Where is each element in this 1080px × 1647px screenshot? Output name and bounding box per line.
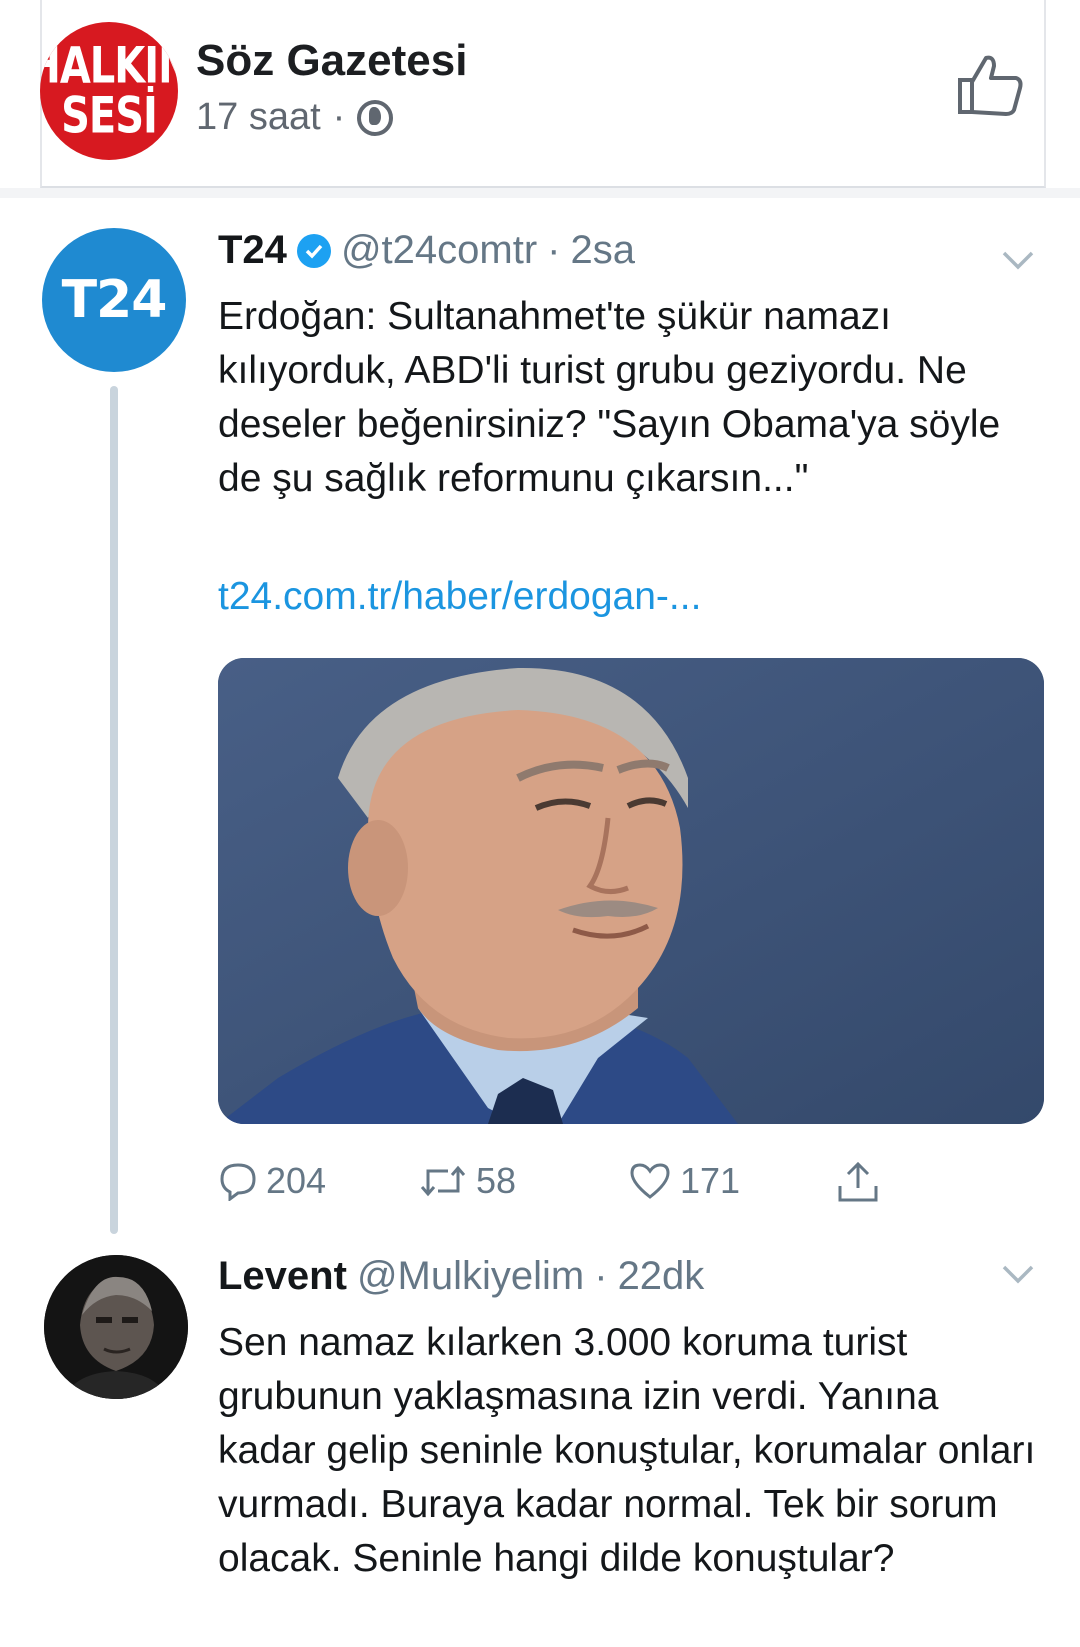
like-action[interactable]: 171 <box>628 1160 740 1202</box>
tweet-time[interactable]: 2sa <box>570 228 635 273</box>
share-action[interactable] <box>836 1160 880 1204</box>
retweet-count: 58 <box>476 1160 517 1201</box>
reply-icon <box>220 1163 256 1201</box>
reply-header: Levent @Mulkiyelim · 22dk <box>218 1254 704 1299</box>
levent-avatar[interactable] <box>44 1255 188 1399</box>
facebook-post-header <box>40 0 1046 188</box>
reply-author-name[interactable]: Levent <box>218 1254 347 1299</box>
verified-badge-icon <box>296 233 331 268</box>
reply-handle[interactable]: @Mulkiyelim <box>357 1254 584 1299</box>
page-avatar[interactable]: HALKIN SESİ <box>40 22 178 160</box>
avatar-portrait <box>44 1255 188 1399</box>
avatar-logo-line1: HALKIN <box>40 37 178 95</box>
photo-illustration <box>218 658 1044 1124</box>
section-divider <box>0 188 1080 198</box>
retweet-icon <box>420 1165 466 1197</box>
tweet-actions: 204 58 171 <box>218 1160 938 1210</box>
reply-action[interactable]: 204 <box>218 1160 326 1202</box>
post-time[interactable]: 17 saat <box>196 96 321 139</box>
thumbs-up-icon[interactable] <box>956 50 1026 120</box>
tweet-handle[interactable]: @t24comtr <box>341 228 537 273</box>
tweet-link[interactable]: t24.com.tr/haber/erdogan-... <box>218 575 701 619</box>
heart-icon <box>630 1163 670 1199</box>
tweet-header: T24 @t24comtr · 2sa <box>218 228 635 273</box>
globe-icon <box>357 99 394 136</box>
t24-avatar-text: T24 <box>61 270 168 330</box>
avatar-logo-line2: SESİ <box>61 87 158 145</box>
reply-count: 204 <box>266 1160 327 1201</box>
tweet-photo[interactable] <box>218 658 1044 1124</box>
like-count: 171 <box>680 1160 741 1201</box>
post-meta: 17 saat · <box>196 96 394 139</box>
chevron-down-icon[interactable] <box>1000 248 1036 272</box>
reply-separator: · <box>594 1254 608 1298</box>
tweet-separator: · <box>547 228 561 272</box>
share-icon <box>838 1161 878 1202</box>
chevron-down-icon[interactable] <box>1000 1262 1036 1286</box>
retweet-action[interactable]: 58 <box>418 1160 516 1202</box>
tweet-text: Erdoğan: Sultanahmet'te şükür namazı kıl… <box>218 295 1001 500</box>
tweet-author-name[interactable]: T24 <box>218 228 287 273</box>
meta-separator: · <box>332 96 346 138</box>
thread-line <box>110 386 118 1234</box>
page-name[interactable]: Söz Gazetesi <box>196 36 467 86</box>
reply-text: Sen namaz kılarken 3.000 koruma turist g… <box>218 1321 1036 1580</box>
reply-time[interactable]: 22dk <box>618 1254 705 1299</box>
t24-avatar[interactable]: T24 <box>42 228 186 372</box>
